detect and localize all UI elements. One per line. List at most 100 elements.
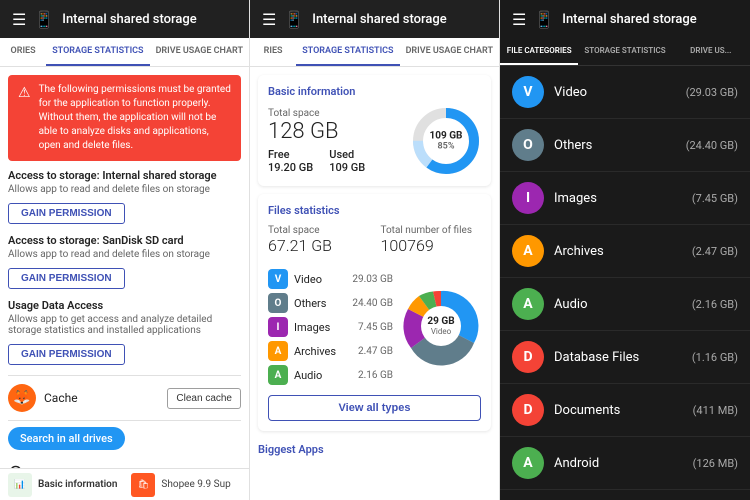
video-size: 29.03 GB [352,274,393,285]
search-all-drives-btn[interactable]: Search in all drives [8,427,125,450]
basic-info-card-title: Basic information [268,85,481,98]
others-dot: O [268,293,288,313]
total-space-section: Total space 128 GB Free 19.20 GB Used 10… [268,108,401,174]
permission-storage-sdcard: Access to storage: SanDisk SD card Allow… [8,234,241,289]
divider-1 [8,375,241,376]
gain-permission-btn-3[interactable]: GAIN PERMISSION [8,344,125,365]
cat-documents[interactable]: D Documents (411 MB) [500,384,750,437]
clean-cache-button[interactable]: Clean cache [167,388,241,409]
cat-android[interactable]: A Android (126 MB) [500,437,750,490]
tab-drive-usage-right[interactable]: DRIVE US... [672,38,750,65]
gain-permission-btn-1[interactable]: GAIN PERMISSION [8,203,125,224]
cat-others-name: Others [554,138,676,153]
used-label: Used [329,148,365,161]
file-type-video: V Video 29.03 GB [268,269,393,289]
mid-header-title: Internal shared storage [312,12,487,27]
archives-name: Archives [294,345,352,358]
cache-row: 🦊 Cache Clean cache [8,384,241,412]
cat-documents-avatar: D [512,394,544,426]
cat-images[interactable]: I Images (7.45 GB) [500,172,750,225]
tab-drive-usage-mid[interactable]: DRIVE USAGE CHART [400,38,499,66]
used-value: 109 GB [329,161,365,174]
tab-storage-stats-left[interactable]: STORAGE STATISTICS [46,38,149,66]
total-space-stat-value: 67.21 GB [268,236,369,255]
cat-audio-name: Audio [554,297,682,312]
archives-size: 2.47 GB [358,346,393,357]
right-tabs: FILE CATEGORIES STORAGE STATISTICS DRIVE… [500,38,750,66]
images-size: 7.45 GB [358,322,393,333]
mid-header: ☰ 📱 Internal shared storage [250,0,499,38]
total-space-value: 128 GB [268,119,401,144]
tab-storage-stats-mid[interactable]: STORAGE STATISTICS [296,38,399,66]
permission-storage-internal: Access to storage: Internal shared stora… [8,169,241,224]
cat-images-size: (7.45 GB) [692,192,738,205]
total-files-label: Total number of files [381,225,482,236]
images-name: Images [294,321,352,334]
mid-content: Basic information Total space 128 GB Fre… [250,67,499,500]
files-stats-body: V Video 29.03 GB O Others 24.40 GB I Ima… [268,263,481,389]
free-label: Free [268,148,313,161]
video-dot: V [268,269,288,289]
archives-dot: A [268,341,288,361]
tab-ories-left[interactable]: ORIES [0,38,46,66]
tab-storage-stats-right[interactable]: STORAGE STATISTICS [578,38,671,65]
others-size: 24.40 GB [352,298,393,309]
cat-database-name: Database Files [554,350,682,365]
tab-file-categories[interactable]: FILE CATEGORIES [500,38,578,65]
perm-title-2: Access to storage: SanDisk SD card [8,234,241,247]
right-panel: ☰ 📱 Internal shared storage FILE CATEGOR… [500,0,750,500]
mid-panel: ☰ 📱 Internal shared storage RIES STORAGE… [250,0,500,500]
pie-gb: 29 GB [427,316,454,327]
left-header-device-icon: 📱 [34,10,54,29]
file-type-archives: A Archives 2.47 GB [268,341,393,361]
right-menu-icon[interactable]: ☰ [512,10,526,29]
donut-chart: 109 GB 85% [411,106,481,176]
perm-title-3: Usage Data Access [8,299,241,312]
permission-usage-data: Usage Data Access Allows app to get acce… [8,299,241,365]
right-header: ☰ 📱 Internal shared storage [500,0,750,38]
total-files-value: 100769 [381,236,482,255]
cat-video-size: (29.03 GB) [686,86,738,99]
files-stats-card: Files statistics Total space 67.21 GB To… [258,194,491,431]
cat-others[interactable]: O Others (24.40 GB) [500,119,750,172]
right-header-title: Internal shared storage [562,12,738,27]
cat-others-size: (24.40 GB) [686,139,738,152]
cat-video[interactable]: V Video (29.03 GB) [500,66,750,119]
basic-info-card: Basic information Total space 128 GB Fre… [258,75,491,186]
total-space-stat-label: Total space [268,225,369,236]
donut-gb: 109 GB [430,131,463,142]
cat-database[interactable]: D Database Files (1.16 GB) [500,331,750,384]
view-all-types-btn[interactable]: View all types [268,395,481,421]
mid-menu-icon[interactable]: ☰ [262,10,276,29]
left-header-title: Internal shared storage [62,12,237,27]
category-list: V Video (29.03 GB) O Others (24.40 GB) I… [500,66,750,500]
tab-ories-mid[interactable]: RIES [250,38,296,66]
cat-android-size: (126 MB) [693,457,738,470]
images-dot: I [268,317,288,337]
cat-archives-name: Archives [554,244,682,259]
video-name: Video [294,273,346,286]
cat-archives[interactable]: A Archives (2.47 GB) [500,225,750,278]
cat-android-name: Android [554,456,683,471]
cat-developer[interactable]: D Developer Files (5.26 MB) [500,490,750,500]
shopee-label: Shopee 9.9 Sup [161,479,230,490]
left-content: ⚠ The following permissions must be gran… [0,67,249,468]
file-type-audio: A Audio 2.16 GB [268,365,393,385]
biggest-apps-label: Biggest Apps [258,439,491,460]
left-menu-icon[interactable]: ☰ [12,10,26,29]
gain-permission-btn-2[interactable]: GAIN PERMISSION [8,268,125,289]
cat-archives-size: (2.47 GB) [692,245,738,258]
storage-sub-row: Free 19.20 GB Used 109 GB [268,148,401,174]
cat-audio-size: (2.16 GB) [692,298,738,311]
tab-drive-usage-left[interactable]: DRIVE USAGE CHART [150,38,249,66]
total-space-stat: Total space 67.21 GB [268,225,369,255]
cat-others-avatar: O [512,129,544,161]
cat-archives-avatar: A [512,235,544,267]
total-space-label: Total space [268,108,401,119]
storage-info-row: Total space 128 GB Free 19.20 GB Used 10… [268,106,481,176]
cat-database-avatar: D [512,341,544,373]
donut-center-text: 109 GB 85% [430,131,463,152]
donut-percent: 85% [430,142,463,152]
audio-size: 2.16 GB [358,370,393,381]
cat-audio[interactable]: A Audio (2.16 GB) [500,278,750,331]
